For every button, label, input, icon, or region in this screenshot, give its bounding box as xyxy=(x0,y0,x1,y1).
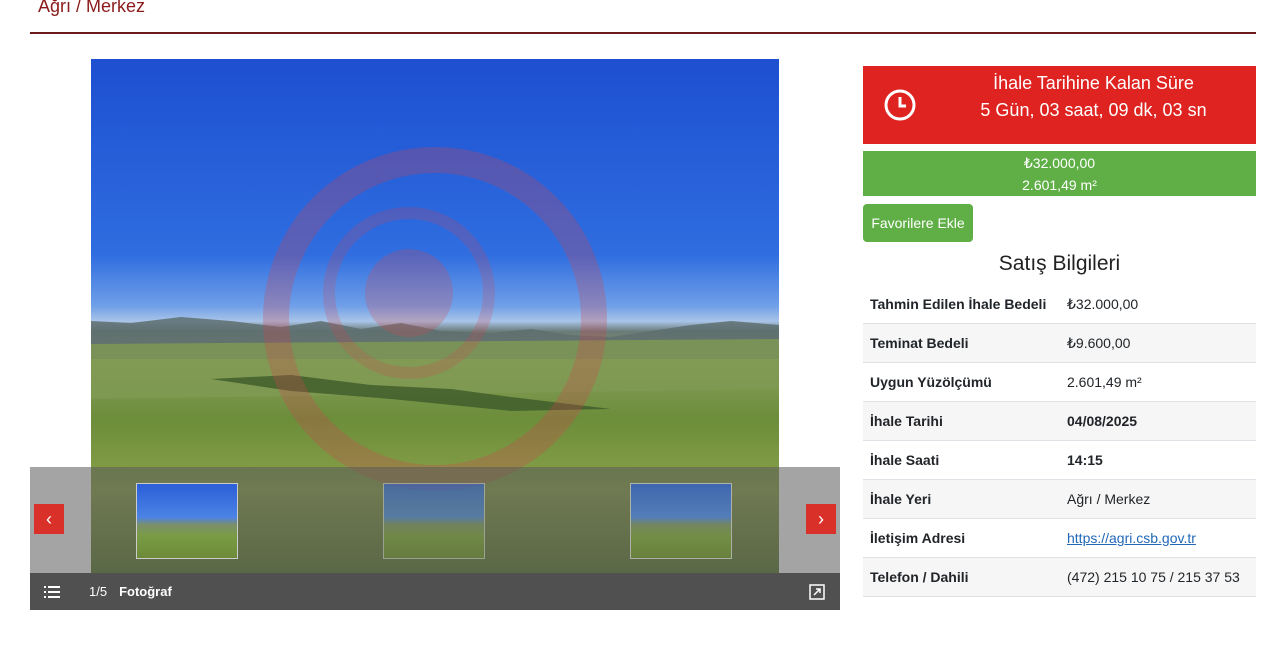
section-title: Satış Bilgileri xyxy=(998,252,1121,275)
detail-value: (472) 215 10 75 / 215 37 53 xyxy=(1060,557,1256,597)
chevron-left-icon: ‹ xyxy=(46,508,52,529)
detail-key: İhale Tarihi xyxy=(863,401,1060,441)
price-box: ₺32.000,00 2.601,49 m² xyxy=(863,151,1256,196)
detail-key: Tahmin Edilen İhale Bedeli xyxy=(863,285,1060,324)
detail-value: Ağrı / Merkez xyxy=(1060,479,1256,519)
thumbnail-1[interactable] xyxy=(136,483,238,559)
detail-value: 04/08/2025 xyxy=(1060,401,1256,441)
detail-key: Uygun Yüzölçümü xyxy=(863,362,1060,402)
detail-value: ₺32.000,00 xyxy=(1060,285,1256,324)
photo-label: Fotoğraf xyxy=(119,584,172,599)
detail-key: Telefon / Dahili xyxy=(863,557,1060,597)
table-row: Teminat Bedeli ₺9.600,00 xyxy=(863,323,1256,363)
gallery-toolbar: 1/5 Fotoğraf xyxy=(30,573,840,610)
detail-key: Teminat Bedeli xyxy=(863,323,1060,363)
chevron-right-icon: › xyxy=(818,508,824,529)
watermark-seal-core xyxy=(365,249,453,337)
add-favorites-button[interactable]: Favorilere Ekle xyxy=(863,204,973,242)
thumbnail-strip: ‹ › xyxy=(30,467,840,573)
table-row: İhale Tarihi 04/08/2025 xyxy=(863,401,1256,441)
photo-counter: 1/5 xyxy=(89,584,108,599)
detail-value: ₺9.600,00 xyxy=(1060,323,1256,363)
next-photo-button[interactable]: › xyxy=(806,504,836,534)
thumbnail-2[interactable] xyxy=(383,483,485,559)
prev-photo-button[interactable]: ‹ xyxy=(34,504,64,534)
expand-icon[interactable] xyxy=(806,581,828,603)
detail-key: İhale Saati xyxy=(863,440,1060,480)
list-icon[interactable] xyxy=(41,581,63,603)
countdown-box: İhale Tarihine Kalan Süre 5 Gün, 03 saat… xyxy=(863,66,1256,144)
thumbnail-3[interactable] xyxy=(630,483,732,559)
contact-link[interactable]: https://agri.csb.gov.tr xyxy=(1067,530,1196,546)
sale-info-table: Tahmin Edilen İhale Bedeli ₺32.000,00 Te… xyxy=(863,285,1256,597)
table-row: İletişim Adresi https://agri.csb.gov.tr xyxy=(863,518,1256,558)
page-title: Ağrı / Merkez xyxy=(38,0,146,16)
divider xyxy=(30,32,1256,34)
detail-value: 2.601,49 m² xyxy=(1060,362,1256,402)
detail-key: İhale Yeri xyxy=(863,479,1060,519)
price-amount: ₺32.000,00 xyxy=(1023,155,1096,171)
table-row: Tahmin Edilen İhale Bedeli ₺32.000,00 xyxy=(863,285,1256,324)
table-row: Uygun Yüzölçümü 2.601,49 m² xyxy=(863,362,1256,402)
countdown-title: İhale Tarihine Kalan Süre xyxy=(993,73,1194,93)
table-row: İhale Yeri Ağrı / Merkez xyxy=(863,479,1256,519)
detail-key: İletişim Adresi xyxy=(863,518,1060,558)
table-row: Telefon / Dahili (472) 215 10 75 / 215 3… xyxy=(863,557,1256,597)
countdown-value: 5 Gün, 03 saat, 09 dk, 03 sn xyxy=(980,100,1207,120)
detail-value: 14:15 xyxy=(1060,440,1256,480)
table-row: İhale Saati 14:15 xyxy=(863,440,1256,480)
price-area: 2.601,49 m² xyxy=(1022,177,1097,193)
